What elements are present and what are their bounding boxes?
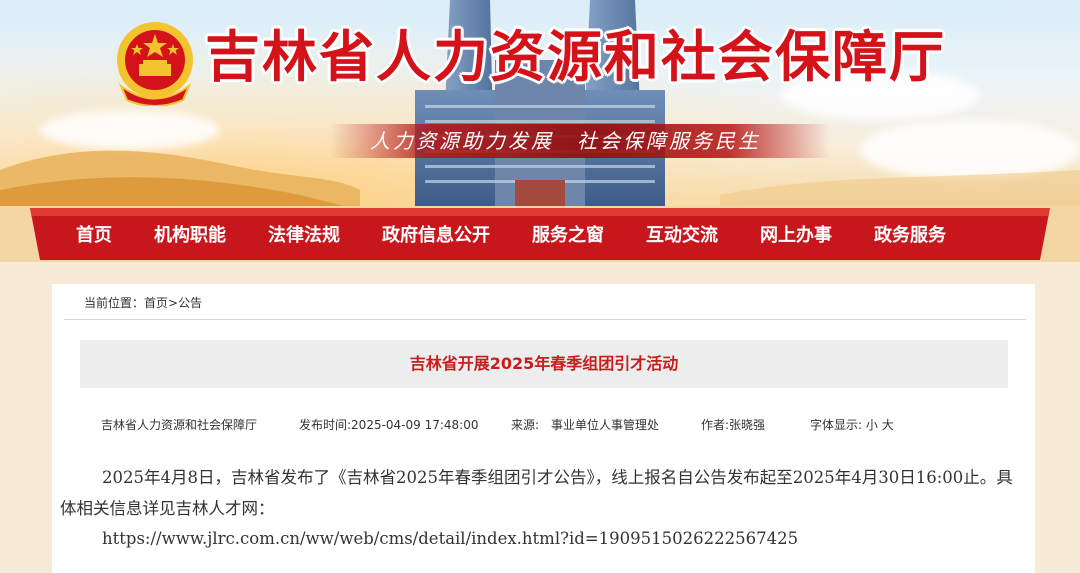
font-small-button[interactable]: 小: [866, 418, 878, 432]
breadcrumb-home-link[interactable]: 首页: [144, 296, 168, 310]
nav-item-service-window[interactable]: 服务之窗: [532, 221, 604, 247]
font-size-label: 字体显示:: [810, 418, 863, 432]
article-url-link[interactable]: https://www.jlrc.com.cn/ww/web/cms/detai…: [102, 525, 798, 553]
nav-item-info-disclosure[interactable]: 政府信息公开: [382, 221, 490, 247]
article-title: 吉林省开展2025年春季组团引才活动: [409, 354, 679, 373]
font-large-button[interactable]: 大: [882, 418, 894, 432]
breadcrumb-separator: >: [168, 296, 179, 310]
breadcrumb: 当前位置：首页>公告: [84, 294, 202, 312]
site-title: 吉林省人力资源和社会保障厅: [205, 25, 947, 89]
article-source: 吉林省人力资源和社会保障厅: [101, 418, 258, 432]
divider: [64, 319, 1026, 320]
header-banner: 吉林省人力资源和社会保障厅 人力资源助力发展 社会保障服务民生: [0, 0, 1080, 210]
main-nav: 首页 机构职能 法律法规 政府信息公开 服务之窗 互动交流 网上办事 政务服务: [36, 210, 1036, 258]
article-origin: 来源: 事业单位人事管理处: [511, 418, 660, 432]
font-size-control: 字体显示: 小 大: [810, 416, 894, 434]
site-slogan: 人力资源助力发展 社会保障服务民生: [370, 129, 761, 153]
breadcrumb-current-link[interactable]: 公告: [178, 296, 202, 310]
nav-item-organization[interactable]: 机构职能: [154, 221, 226, 247]
article-author: 作者:张晓强: [701, 418, 766, 432]
nav-item-online-service[interactable]: 网上办事: [760, 221, 832, 247]
nav-item-gov-service[interactable]: 政务服务: [874, 221, 946, 247]
national-emblem-icon: [117, 22, 193, 106]
article-body: 2025年4月8日，吉林省发布了《吉林省2025年春季组团引才公告》，线上报名自…: [60, 462, 1028, 524]
article-title-box: 吉林省开展2025年春季组团引才活动: [80, 340, 1008, 388]
nav-item-laws[interactable]: 法律法规: [268, 221, 340, 247]
breadcrumb-prefix: 当前位置：: [84, 296, 145, 310]
nav-item-interaction[interactable]: 互动交流: [646, 221, 718, 247]
article-publish-time: 发布时间:2025-04-09 17:48:00: [299, 418, 479, 432]
article-paragraph: 2025年4月8日，吉林省发布了《吉林省2025年春季组团引才公告》，线上报名自…: [60, 468, 1013, 518]
nav-item-home[interactable]: 首页: [76, 221, 112, 247]
